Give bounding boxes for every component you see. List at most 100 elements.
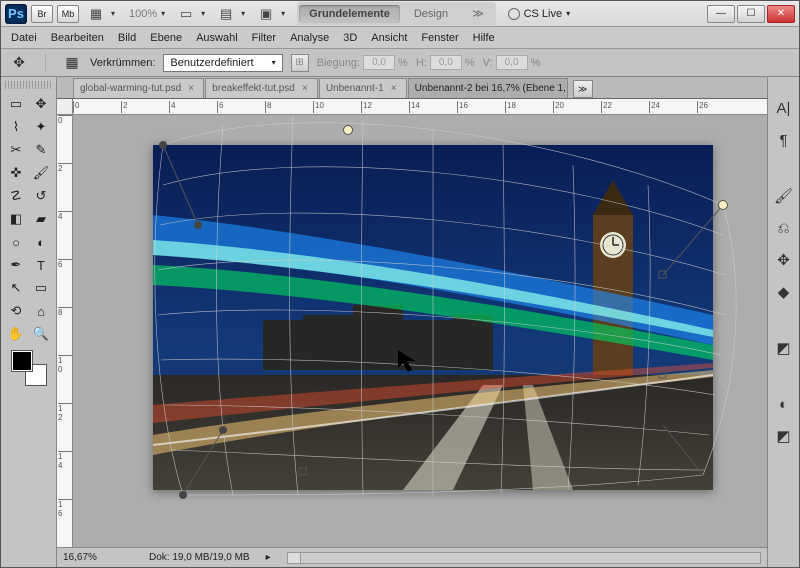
warp-label: Verkrümmen: xyxy=(90,57,155,69)
menu-auswahl[interactable]: Auswahl xyxy=(196,32,238,44)
tool-lasso[interactable]: ⌇ xyxy=(4,116,28,138)
tool-presets-icon[interactable]: ✥ xyxy=(773,249,795,271)
mini-bridge-button[interactable]: Mb xyxy=(57,5,79,23)
tool-spot-heal[interactable]: ✜ xyxy=(4,162,28,184)
clone-panel-icon[interactable]: ⎌ xyxy=(773,217,795,239)
horizontal-scrollbar[interactable] xyxy=(287,552,761,564)
tool-hand[interactable]: ✋ xyxy=(4,323,28,345)
tool-type[interactable]: T xyxy=(29,254,53,276)
biegung-label: Biegung: xyxy=(317,57,360,69)
tool-zoom[interactable]: 🔍 xyxy=(29,323,53,345)
dropdown-icon[interactable]: ▾ xyxy=(157,5,169,23)
ruler-horizontal[interactable]: 02468101214161820222426 xyxy=(57,99,767,115)
ruler-origin[interactable] xyxy=(57,99,73,114)
tool-clone-stamp[interactable]: ☡ xyxy=(4,185,28,207)
h-field[interactable]: 0,0 xyxy=(430,55,462,70)
tool-rect-marquee[interactable]: ▭ xyxy=(4,93,28,115)
menu-bild[interactable]: Bild xyxy=(118,32,136,44)
screen-mode-icon[interactable]: ▣ xyxy=(255,5,277,23)
window-close-button[interactable]: ✕ xyxy=(767,5,795,23)
masks-panel-icon[interactable]: ◩ xyxy=(773,425,795,447)
document-canvas[interactable] xyxy=(153,145,713,490)
toolbox-grip-icon[interactable] xyxy=(5,81,53,89)
foreground-color-swatch[interactable] xyxy=(12,351,32,371)
workspace-essentials[interactable]: Grundelemente xyxy=(299,5,400,23)
paragraph-panel-icon[interactable]: ¶ xyxy=(773,129,795,151)
options-bar: ✥ ▦ Verkrümmen: Benutzerdefiniert▾ ⊞ Bie… xyxy=(1,49,799,77)
tool-preset-icon[interactable]: ✥ xyxy=(9,53,29,73)
workspace-switcher: Grundelemente Design ≫ xyxy=(297,2,495,25)
menu-datei[interactable]: Datei xyxy=(11,32,37,44)
menu-hilfe[interactable]: Hilfe xyxy=(473,32,495,44)
close-tab-icon[interactable]: × xyxy=(185,83,197,95)
workspace-more-icon[interactable]: ≫ xyxy=(462,4,494,23)
menu-analyse[interactable]: Analyse xyxy=(290,32,329,44)
tabs-overflow-icon[interactable]: ≫ xyxy=(573,80,593,98)
h-label: H: xyxy=(416,57,427,69)
image-content xyxy=(153,145,713,490)
tool-dodge[interactable]: ◐ xyxy=(29,231,53,253)
dropdown-icon[interactable]: ▾ xyxy=(197,5,209,23)
document-tab[interactable]: Unbenannt-1× xyxy=(319,78,407,98)
cs-live[interactable]: CS Live▾ xyxy=(508,8,571,20)
tool-eyedropper[interactable]: ✎ xyxy=(29,139,53,161)
menu-filter[interactable]: Filter xyxy=(252,32,276,44)
3d-panel-icon[interactable]: ◩ xyxy=(773,337,795,359)
tool-brush[interactable]: 🖌 xyxy=(29,162,53,184)
status-menu-icon[interactable]: ▸ xyxy=(266,552,271,563)
tool-magic-wand[interactable]: ✦ xyxy=(29,116,53,138)
status-bar: 16,67% Dok: 19,0 MB/19,0 MB ▸ xyxy=(57,547,767,567)
bridge-button[interactable]: Br xyxy=(31,5,53,23)
filmstrip-icon[interactable]: ▦ xyxy=(85,5,107,23)
dropdown-icon[interactable]: ▾ xyxy=(277,5,289,23)
document-tab[interactable]: breakeffekt-tut.psd× xyxy=(205,78,318,98)
cslive-dot-icon xyxy=(508,8,520,20)
dropdown-icon[interactable]: ▾ xyxy=(107,5,119,23)
close-tab-icon[interactable]: × xyxy=(388,83,400,95)
adjustments-panel-icon[interactable]: ◐ xyxy=(773,393,795,415)
tool-history-brush[interactable]: ↺ xyxy=(29,185,53,207)
brush-panel-icon[interactable]: 🖌 xyxy=(773,185,795,207)
warp-preset-dropdown[interactable]: Benutzerdefiniert▾ xyxy=(163,54,282,72)
title-bar: Ps Br Mb ▦▾ 100%▾ ▭▾ ▤▾ ▣▾ Grundelemente… xyxy=(1,1,799,27)
menu-fenster[interactable]: Fenster xyxy=(421,32,458,44)
status-doc-size[interactable]: Dok: 19,0 MB/19,0 MB xyxy=(149,552,250,563)
styles-panel-icon[interactable]: ◆ xyxy=(773,281,795,303)
warp-orientation-icon[interactable]: ⊞ xyxy=(291,54,309,72)
tool-crop[interactable]: ✂ xyxy=(4,139,28,161)
menu-ebene[interactable]: Ebene xyxy=(150,32,182,44)
tool-move[interactable]: ✥ xyxy=(29,93,53,115)
workspace-design[interactable]: Design xyxy=(404,5,458,23)
ruler-vertical[interactable]: 024681 01 21 41 6 xyxy=(57,115,73,547)
tool-eraser[interactable]: ◧ xyxy=(4,208,28,230)
document-tab[interactable]: global-warming-tut.psd× xyxy=(73,78,204,98)
window-minimize-button[interactable]: — xyxy=(707,5,735,23)
window-maximize-button[interactable]: ☐ xyxy=(737,5,765,23)
tool-pen[interactable]: ✒ xyxy=(4,254,28,276)
character-panel-icon[interactable]: A| xyxy=(773,97,795,119)
tool-3d-camera[interactable]: ⌂ xyxy=(29,300,53,322)
canvas-area[interactable] xyxy=(73,115,767,547)
tool-3d-rotate[interactable]: ⟲ xyxy=(4,300,28,322)
dropdown-icon[interactable]: ▾ xyxy=(237,5,249,23)
warp-grid-icon[interactable]: ▦ xyxy=(62,53,82,73)
toolbox: ▭ ✥ ⌇ ✦ ✂ ✎ ✜ 🖌 ☡ ↺ ◧ ▰ ○ ◐ ✒ T ↖ ▭ ⟲ ⌂ xyxy=(1,77,57,567)
status-zoom[interactable]: 16,67% xyxy=(63,552,133,563)
hand-history-icon[interactable]: ▭ xyxy=(175,5,197,23)
tool-path-select[interactable]: ↖ xyxy=(4,277,28,299)
biegung-field[interactable]: 0,0 xyxy=(363,55,395,70)
tool-shape[interactable]: ▭ xyxy=(29,277,53,299)
app-logo-photoshop: Ps xyxy=(5,4,27,24)
menu-bearbeiten[interactable]: Bearbeiten xyxy=(51,32,104,44)
menu-bar: Datei Bearbeiten Bild Ebene Auswahl Filt… xyxy=(1,27,799,49)
v-field[interactable]: 0,0 xyxy=(496,55,528,70)
document-tabs: global-warming-tut.psd× breakeffekt-tut.… xyxy=(57,77,767,99)
tool-gradient[interactable]: ▰ xyxy=(29,208,53,230)
document-tab-active[interactable]: Unbenannt-2 bei 16,7% (Ebene 1, RGB/8) *… xyxy=(408,78,568,98)
menu-ansicht[interactable]: Ansicht xyxy=(371,32,407,44)
close-tab-icon[interactable]: × xyxy=(299,83,311,95)
tool-blur[interactable]: ○ xyxy=(4,231,28,253)
arrange-docs-icon[interactable]: ▤ xyxy=(215,5,237,23)
color-swatches[interactable] xyxy=(12,351,46,385)
menu-3d[interactable]: 3D xyxy=(343,32,357,44)
